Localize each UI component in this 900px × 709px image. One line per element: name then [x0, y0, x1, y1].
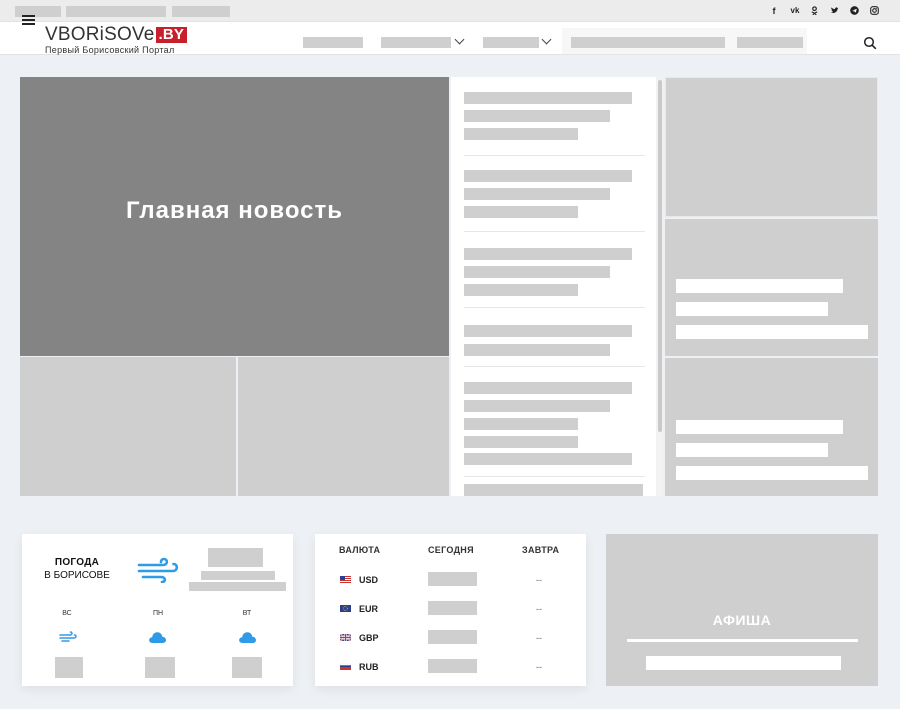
nav-item-placeholder[interactable]	[483, 37, 539, 48]
currency-header-today: СЕГОДНЯ	[428, 545, 474, 555]
news-headline-placeholder[interactable]	[464, 400, 610, 412]
ru-flag-icon	[340, 663, 351, 670]
news-divider	[464, 366, 645, 367]
tile-caption-placeholder	[676, 443, 828, 457]
news-headline-placeholder[interactable]	[464, 344, 610, 356]
currency-header-currency: ВАЛЮТА	[339, 545, 381, 555]
news-headline-placeholder[interactable]	[464, 325, 632, 337]
temperature-placeholder	[208, 548, 263, 567]
afisha-title: АФИША	[712, 612, 772, 628]
vk-icon[interactable]: vk	[787, 4, 803, 18]
currency-header-tomorrow: ЗАВТРА	[522, 545, 560, 555]
currency-code: EUR	[359, 604, 379, 614]
tile-caption-placeholder	[676, 302, 828, 316]
news-headline-placeholder[interactable]	[464, 206, 578, 218]
logo-domain-badge: .BY	[155, 27, 188, 43]
cloud-icon	[239, 632, 256, 643]
news-tile[interactable]	[20, 357, 236, 496]
currency-code: USD	[359, 575, 379, 585]
news-headline-placeholder[interactable]	[464, 266, 610, 278]
top-link-placeholder[interactable]	[66, 6, 166, 17]
news-headline-placeholder[interactable]	[464, 453, 632, 465]
news-divider	[464, 476, 645, 477]
currency-tomorrow-value: --	[536, 604, 542, 614]
nav-item-placeholder[interactable]	[737, 37, 803, 48]
search-icon[interactable]	[863, 36, 877, 50]
news-divider	[464, 231, 645, 232]
weather-detail-placeholder	[201, 571, 275, 580]
news-headline-placeholder[interactable]	[464, 248, 632, 260]
news-scrollbar-thumb[interactable]	[658, 80, 662, 432]
news-tile[interactable]	[665, 77, 878, 217]
news-headline-placeholder[interactable]	[464, 382, 632, 394]
tile-caption-placeholder	[676, 279, 843, 293]
tile-caption-placeholder	[676, 466, 868, 480]
news-headline-placeholder[interactable]	[464, 284, 578, 296]
twitter-icon[interactable]	[827, 4, 841, 18]
forecast-day-label: ПН	[152, 610, 164, 617]
menu-icon[interactable]	[22, 15, 35, 25]
news-divider	[464, 307, 645, 308]
logo-tagline: Первый Борисовский Портал	[45, 45, 175, 55]
currency-tomorrow-value: --	[536, 633, 542, 643]
currency-code: RUB	[359, 662, 379, 672]
nav-item-placeholder[interactable]	[303, 37, 363, 48]
currency-rate-placeholder	[428, 659, 477, 673]
cloud-icon	[149, 632, 166, 643]
site-logo[interactable]: VBORiSOVe .BY Первый Борисовский Портал	[45, 24, 188, 55]
currency-tomorrow-value: --	[536, 662, 542, 672]
facebook-icon[interactable]: f	[768, 4, 780, 18]
telegram-icon[interactable]	[847, 4, 861, 18]
instagram-icon[interactable]	[867, 4, 881, 18]
top-link-placeholder[interactable]	[172, 6, 230, 17]
currency-tomorrow-value: --	[536, 575, 542, 585]
news-headline-placeholder[interactable]	[464, 128, 578, 140]
weather-detail-placeholder	[189, 582, 286, 591]
odnoklassniki-icon[interactable]	[808, 4, 820, 18]
top-bar: f vk	[0, 0, 900, 22]
afisha-caption-placeholder	[646, 656, 841, 670]
uk-flag-icon	[340, 634, 351, 641]
eu-flag-icon	[340, 605, 351, 612]
news-headline-placeholder[interactable]	[464, 188, 610, 200]
wind-icon	[59, 631, 77, 642]
news-headline-placeholder[interactable]	[464, 484, 643, 496]
news-headline-placeholder[interactable]	[464, 92, 632, 104]
currency-rate-placeholder	[428, 630, 477, 644]
forecast-day-label: ВС	[62, 610, 72, 617]
forecast-temp-placeholder	[145, 657, 175, 678]
tile-caption-placeholder	[676, 325, 868, 339]
news-tile[interactable]	[238, 357, 449, 496]
weather-subtitle: В БОРИСОВЕ	[44, 570, 110, 581]
nav-item-placeholder[interactable]	[571, 37, 725, 48]
tile-caption-placeholder	[676, 420, 843, 434]
currency-rate-placeholder	[428, 572, 477, 586]
nav-item-placeholder[interactable]	[381, 37, 451, 48]
currency-code: GBP	[359, 633, 379, 643]
forecast-temp-placeholder	[55, 657, 83, 678]
us-flag-icon	[340, 576, 351, 583]
news-headline-placeholder[interactable]	[464, 170, 632, 182]
forecast-day-label: ВТ	[242, 610, 252, 617]
wind-icon	[137, 557, 179, 583]
afisha-divider	[627, 639, 858, 642]
logo-wordmark: VBORiSOVe	[45, 24, 155, 45]
news-divider	[464, 155, 645, 156]
news-headline-placeholder[interactable]	[464, 436, 578, 448]
news-headline-placeholder[interactable]	[464, 418, 578, 430]
news-headline-placeholder[interactable]	[464, 110, 610, 122]
forecast-temp-placeholder	[232, 657, 262, 678]
weather-title: ПОГОДА	[54, 557, 100, 568]
main-news-title: Главная новость	[125, 196, 344, 224]
currency-rate-placeholder	[428, 601, 477, 615]
main-news-card[interactable]: Главная новость	[20, 77, 449, 356]
